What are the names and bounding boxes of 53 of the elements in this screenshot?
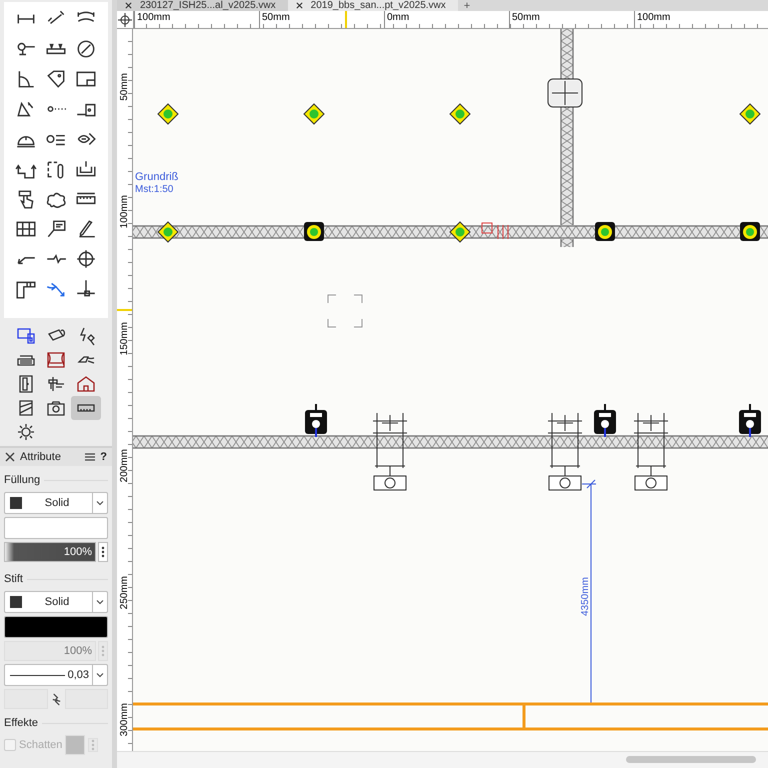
pen-style-dropdown[interactable]: Solid	[4, 591, 108, 613]
selection-marker-drawing	[328, 294, 362, 328]
scale-label: Mst:1:50	[135, 184, 174, 195]
truss-clamp-drawing	[482, 222, 508, 240]
more-icon[interactable]	[101, 546, 105, 558]
ruler-label: 150mm	[119, 322, 130, 355]
document-tab[interactable]: 2019_bbs_san...pt_v2025.vwx	[288, 0, 458, 11]
wash-light-drawing	[157, 103, 179, 125]
fill-style-dropdown[interactable]: Solid	[4, 492, 108, 514]
ruler-label: 50mm	[119, 73, 130, 101]
scrollbar-thumb[interactable]	[626, 756, 756, 763]
ruler-icon[interactable]	[71, 396, 101, 420]
close-icon[interactable]	[296, 2, 303, 9]
help-button[interactable]: ?	[100, 451, 107, 463]
add-tab-button[interactable]: +	[458, 0, 476, 11]
wash-light-drawing	[304, 222, 324, 241]
wash-light-drawing	[303, 103, 325, 125]
wash-light-drawing	[449, 103, 471, 125]
document-tab[interactable]: 230127_ISH25...al_v2025.vwx	[117, 0, 288, 11]
wash-light-drawing	[740, 222, 760, 241]
wash-light-drawing	[449, 221, 471, 243]
ruler-label: 300mm	[119, 702, 130, 736]
section-heading: Stift	[4, 573, 23, 585]
panel-title: Attribute	[20, 451, 61, 463]
opacity-value: 100%	[64, 645, 93, 657]
moving-head-drawing	[305, 404, 327, 437]
ruler-label: 100mm	[119, 194, 130, 228]
ruler-label: 200mm	[119, 448, 130, 482]
close-icon[interactable]	[5, 452, 15, 462]
wash-light-drawing	[739, 103, 761, 125]
menu-icon[interactable]	[85, 452, 96, 462]
section-heading: Füllung	[4, 474, 40, 486]
moving-head-drawing	[594, 404, 616, 437]
opacity-value: 100%	[64, 546, 93, 558]
section-heading: Effekte	[4, 717, 38, 729]
layer-label: Grundriß	[135, 171, 178, 183]
fill-opacity-slider[interactable]: 100%	[4, 542, 96, 562]
checkbox-label: Schatten	[19, 739, 62, 751]
close-icon[interactable]	[125, 2, 132, 9]
moving-head-drawing	[739, 404, 761, 437]
ruler-origin-icon[interactable]	[117, 11, 134, 28]
lighting-fixture-drawing	[548, 78, 582, 108]
shadow-color-swatch[interactable]	[65, 735, 86, 755]
wash-light-drawing	[157, 221, 179, 243]
broken-link-icon[interactable]	[50, 692, 62, 706]
wash-light-drawing	[595, 222, 615, 241]
fill-color-field[interactable]	[4, 517, 108, 539]
dimension-text: 4350mm	[580, 577, 591, 616]
more-options-button[interactable]	[98, 542, 108, 562]
pen-color-field[interactable]	[4, 616, 108, 638]
ruler-label: 100mm	[634, 11, 766, 28]
line-weight-dropdown[interactable]: 0,03	[4, 664, 108, 686]
ruler-label: 250mm	[119, 576, 130, 609]
